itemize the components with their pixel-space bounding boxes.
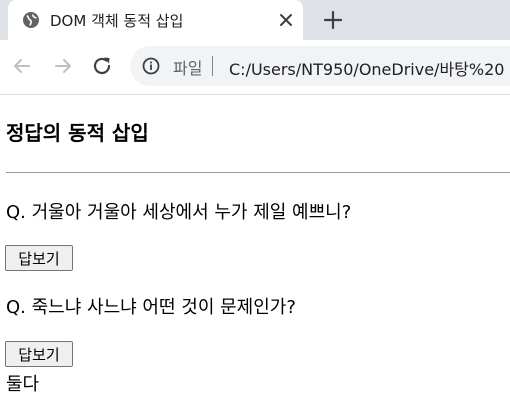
page-title: 정답의 동적 삽입 — [6, 121, 149, 145]
page-content: 정답의 동적 삽입 Q. 거울아 거울아 세상에서 누가 제일 예쁘니? 답보기… — [0, 95, 510, 418]
info-icon[interactable] — [142, 57, 160, 75]
scheme-chip: 파일 — [173, 59, 203, 78]
reload-icon[interactable] — [90, 54, 114, 78]
tab-strip: DOM 객체 동적 삽입 — [0, 0, 510, 40]
show-answer-button-1[interactable]: 답보기 — [5, 245, 73, 271]
address-bar[interactable]: 파일 C:/Users/NT950/OneDrive/바탕%20 — [130, 46, 510, 86]
chip-divider — [212, 56, 213, 76]
arrow-right-icon[interactable] — [51, 54, 75, 78]
divider — [6, 172, 510, 173]
browser-toolbar: 파일 C:/Users/NT950/OneDrive/바탕%20 — [0, 40, 510, 95]
tab-title: DOM 객체 동적 삽입 — [50, 12, 184, 30]
url-text[interactable]: C:/Users/NT950/OneDrive/바탕%20 — [229, 56, 504, 80]
globe-icon — [23, 12, 39, 28]
answer-text-2: 둘다 — [6, 374, 40, 395]
plus-icon[interactable] — [322, 9, 344, 31]
close-icon[interactable] — [276, 10, 296, 30]
question-2: Q. 죽느냐 사느냐 어떤 것이 문제인가? — [6, 297, 296, 318]
question-1: Q. 거울아 거울아 세상에서 누가 제일 예쁘니? — [6, 202, 352, 223]
arrow-left-icon[interactable] — [10, 54, 34, 78]
browser-tab[interactable]: DOM 객체 동적 삽입 — [8, 0, 303, 40]
show-answer-button-2[interactable]: 답보기 — [5, 341, 73, 367]
